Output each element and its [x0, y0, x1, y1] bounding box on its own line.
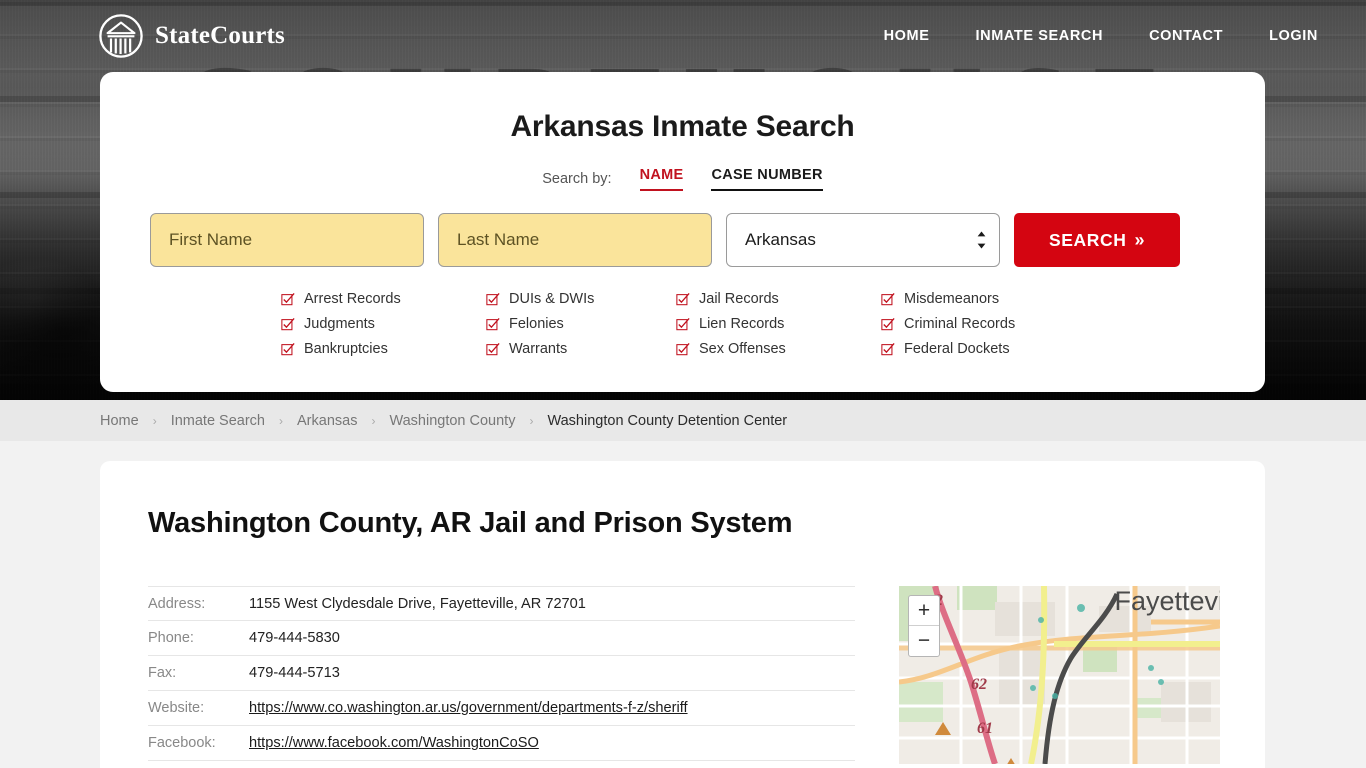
record-type-item[interactable]: DUIs & DWIs — [486, 291, 676, 307]
facility-info-table: Address: 1155 West Clydesdale Drive, Fay… — [148, 586, 855, 764]
record-type-label: Arrest Records — [304, 291, 401, 307]
map-zoom-in-button[interactable]: + — [909, 596, 939, 626]
route-shield: 61 — [977, 720, 993, 737]
record-type-item[interactable]: Bankruptcies — [281, 341, 486, 357]
record-type-item[interactable]: Felonies — [486, 316, 676, 332]
breadcrumb-item-current: Washington County Detention Center — [547, 412, 788, 429]
record-type-list: Arrest Records DUIs & DWIs Jail Records … — [281, 291, 1215, 357]
nav-item-contact[interactable]: CONTACT — [1149, 28, 1223, 44]
nav-item-login[interactable]: LOGIN — [1269, 28, 1318, 44]
checked-checkbox-icon — [676, 342, 690, 356]
map-zoom-controls: + − — [908, 595, 940, 657]
state-select-wrap: Arkansas — [726, 213, 1000, 267]
checked-checkbox-icon — [281, 317, 295, 331]
courthouse-circle-icon — [99, 14, 143, 58]
record-type-label: Jail Records — [699, 291, 779, 307]
record-type-label: Criminal Records — [904, 316, 1016, 332]
record-type-label: Lien Records — [699, 316, 785, 332]
checked-checkbox-icon — [486, 292, 500, 306]
search-button-label: SEARCH — [1048, 229, 1127, 250]
row-label: Facebook: — [148, 735, 216, 751]
chevron-right-icon: › — [529, 413, 534, 428]
facility-details: Address: 1155 West Clydesdale Drive, Fay… — [148, 586, 1220, 764]
record-type-item[interactable]: Arrest Records — [281, 291, 486, 307]
record-type-item[interactable]: Misdemeanors — [881, 291, 1215, 307]
checked-checkbox-icon — [881, 292, 895, 306]
tab-search-by-name[interactable]: NAME — [639, 167, 684, 191]
brand-logo[interactable]: StateCourts — [98, 13, 285, 59]
search-button[interactable]: SEARCH » — [1014, 213, 1180, 267]
checked-checkbox-icon — [486, 317, 500, 331]
nav-item-inmate-search[interactable]: INMATE SEARCH — [976, 28, 1104, 44]
page-title: Washington County, AR Jail and Prison Sy… — [148, 507, 793, 539]
table-row: Facebook: https://www.facebook.com/Washi… — [148, 726, 855, 761]
record-type-label: Warrants — [509, 341, 568, 357]
last-name-input[interactable] — [438, 213, 712, 267]
row-label: Phone: — [148, 630, 194, 646]
route-shield: 62 — [971, 676, 987, 693]
chevron-right-icon: › — [371, 413, 376, 428]
record-type-item[interactable]: Sex Offenses — [676, 341, 881, 357]
checked-checkbox-icon — [486, 342, 500, 356]
main-navigation: HOME INMATE SEARCH CONTACT LOGIN — [884, 28, 1318, 44]
search-form: Arkansas SEARCH » — [150, 213, 1215, 267]
checked-checkbox-icon — [881, 317, 895, 331]
state-select[interactable]: Arkansas — [726, 213, 1000, 267]
facility-content-card: Washington County, AR Jail and Prison Sy… — [100, 461, 1265, 768]
record-type-label: DUIs & DWIs — [509, 291, 595, 307]
record-type-item[interactable]: Lien Records — [676, 316, 881, 332]
table-row: Phone: 479-444-5830 — [148, 621, 855, 656]
search-card-title: Arkansas Inmate Search — [510, 110, 855, 143]
inmate-search-card: Arkansas Inmate Search Search by: NAME C… — [100, 72, 1265, 392]
checked-checkbox-icon — [676, 292, 690, 306]
checked-checkbox-icon — [676, 317, 690, 331]
first-name-input[interactable] — [150, 213, 424, 267]
row-label: Website: — [148, 700, 205, 716]
row-value: 479-444-5830 — [249, 630, 340, 646]
breadcrumb-item-washington-county[interactable]: Washington County — [389, 413, 515, 429]
record-type-item[interactable]: Warrants — [486, 341, 676, 357]
chevron-right-icon: › — [279, 413, 283, 428]
tab-search-by-case-number[interactable]: CASE NUMBER — [711, 167, 823, 191]
search-by-label: Search by: — [542, 171, 612, 187]
record-type-item[interactable]: Criminal Records — [881, 316, 1215, 332]
breadcrumb-item-arkansas[interactable]: Arkansas — [297, 413, 357, 429]
map-city-label: Fayettevi — [1114, 586, 1220, 616]
record-type-label: Felonies — [509, 316, 564, 332]
record-type-label: Sex Offenses — [699, 341, 786, 357]
site-header: StateCourts HOME INMATE SEARCH CONTACT L… — [0, 0, 1366, 72]
row-value: 1155 West Clydesdale Drive, Fayetteville… — [249, 595, 586, 612]
checked-checkbox-icon — [281, 342, 295, 356]
row-label: Address: — [148, 595, 206, 612]
location-map[interactable]: Fayettevi 2 62 61 + − — [899, 586, 1220, 764]
record-type-label: Judgments — [304, 316, 375, 332]
row-label: Fax: — [148, 665, 177, 681]
checked-checkbox-icon — [281, 292, 295, 306]
table-row: Address: 1155 West Clydesdale Drive, Fay… — [148, 586, 855, 621]
brand-name: StateCourts — [155, 22, 285, 49]
facebook-link[interactable]: https://www.facebook.com/WashingtonCoSO — [249, 735, 539, 751]
breadcrumb: Home › Inmate Search › Arkansas › Washin… — [0, 400, 1366, 441]
checked-checkbox-icon — [881, 342, 895, 356]
record-type-label: Federal Dockets — [904, 341, 1010, 357]
record-type-label: Bankruptcies — [304, 341, 388, 357]
nav-item-home[interactable]: HOME — [884, 28, 930, 44]
map-zoom-out-button[interactable]: − — [909, 626, 939, 656]
table-row: Fax: 479-444-5713 — [148, 656, 855, 691]
double-chevron-right-icon: » — [1134, 230, 1146, 250]
search-by-row: Search by: NAME CASE NUMBER — [150, 167, 1215, 191]
record-type-item[interactable]: Jail Records — [676, 291, 881, 307]
table-row: Website: https://www.co.washington.ar.us… — [148, 691, 855, 726]
website-link[interactable]: https://www.co.washington.ar.us/governme… — [249, 700, 688, 716]
row-value: 479-444-5713 — [249, 665, 340, 681]
chevron-right-icon: › — [152, 413, 157, 428]
breadcrumb-item-home[interactable]: Home — [100, 413, 139, 429]
record-type-label: Misdemeanors — [904, 291, 1000, 307]
record-type-item[interactable]: Federal Dockets — [881, 341, 1215, 357]
breadcrumb-item-inmate-search[interactable]: Inmate Search — [171, 413, 265, 429]
record-type-item[interactable]: Judgments — [281, 316, 486, 332]
